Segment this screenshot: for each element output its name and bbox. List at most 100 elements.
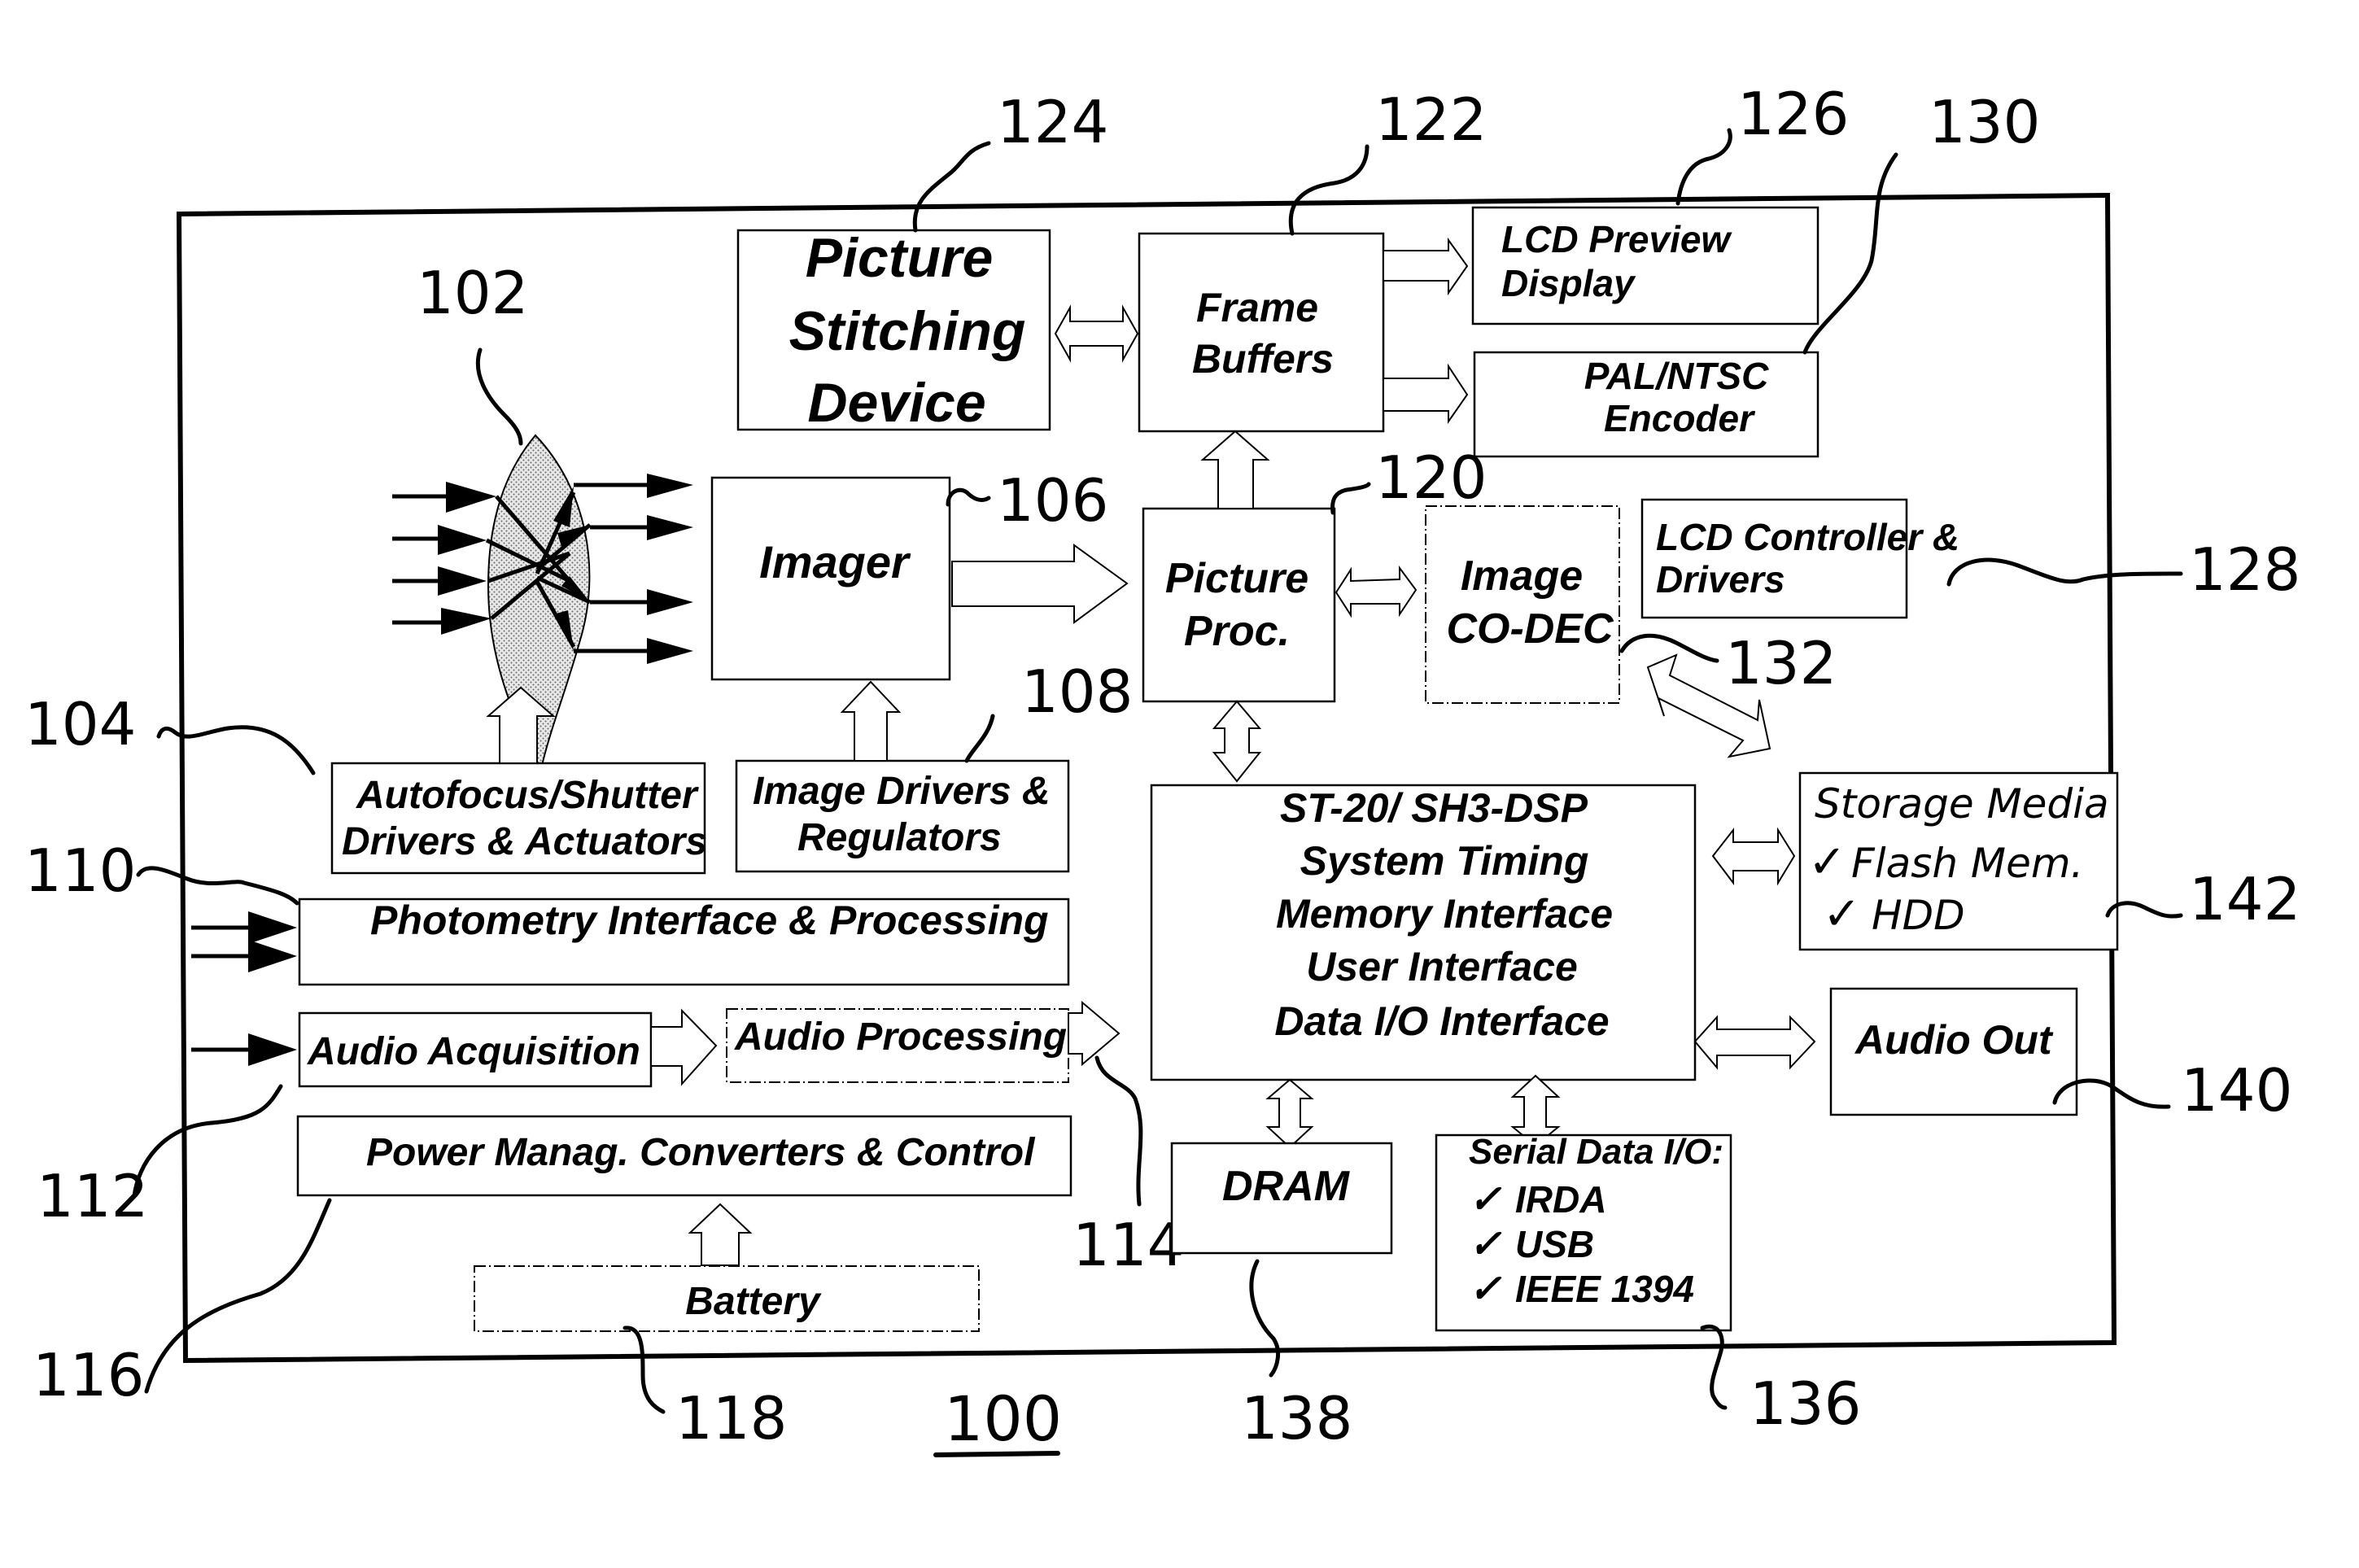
dsp-line-4: User Interface (1306, 944, 1578, 989)
dsp-line-3: Memory Interface (1276, 891, 1613, 937)
arrow-stitching-framebuffers (1054, 304, 1139, 363)
arrow-imager-pictureproc (951, 544, 1129, 624)
ref-130: 130 (1929, 88, 2040, 156)
photometry-input-arrows (191, 911, 297, 972)
ref-128: 128 (2189, 535, 2300, 604)
dsp-line-1: ST-20/ SH3-DSP (1280, 785, 1588, 831)
arrow-imagedrivers-imager (840, 680, 902, 762)
battery-label: Battery (685, 1280, 822, 1323)
picture-proc-line-1: Picture (1165, 555, 1308, 602)
audio-input-arrow (191, 1033, 297, 1066)
serial-irda-label: IRDA (1515, 1178, 1606, 1221)
picture-proc-line-2: Proc. (1184, 608, 1290, 655)
storage-hdd-label: HDD (1872, 892, 1965, 939)
lcd-preview-line-2: Display (1501, 262, 1636, 304)
lcd-controller-block[interactable]: LCD Controller & Drivers (1640, 498, 1959, 619)
pal-ntsc-block[interactable]: PAL/NTSC Encoder (1473, 351, 1819, 458)
figure-ref-underline (933, 1451, 1060, 1457)
figure-ref-100: 100 (944, 1382, 1062, 1455)
photometry-label: Photometry Interface & Processing (370, 898, 1049, 943)
arrow-dsp-dram (1265, 1078, 1314, 1149)
lcd-controller-line-1: LCD Controller & (1656, 516, 1959, 558)
dsp-line-2: System Timing (1300, 838, 1589, 884)
ref-124: 124 (997, 88, 1108, 156)
leader-108 (964, 714, 995, 763)
audio-out-label: Audio Out (1854, 1017, 2054, 1063)
ref-132: 132 (1725, 629, 1837, 697)
audio-out-block[interactable]: Audio Out (1829, 987, 2078, 1116)
ref-104: 104 (24, 690, 136, 758)
outgoing-light-rays (574, 474, 693, 664)
storage-check-icon-2: ✓ (1823, 888, 1861, 941)
leader-128 (1946, 557, 2183, 587)
pal-ntsc-line-2: Encoder (1604, 397, 1755, 439)
ref-142: 142 (2189, 865, 2300, 933)
audio-acquisition-block[interactable]: Audio Acquisition (298, 1011, 653, 1088)
ref-140: 140 (2181, 1056, 2292, 1125)
ref-116: 116 (33, 1341, 144, 1409)
arrow-pictureproc-dsp (1212, 700, 1262, 783)
arrow-audioacq-audioproc (650, 1008, 718, 1086)
storage-flash-label: Flash Mem. (1851, 840, 2083, 887)
picture-stitching-block[interactable]: Picture Stitching Device (736, 227, 1051, 434)
power-management-block[interactable]: Power Manag. Converters & Control (296, 1115, 1072, 1197)
arrow-audioproc-out (1068, 1000, 1121, 1067)
lcd-preview-line-1: LCD Preview (1501, 218, 1732, 260)
serial-check-icon-3: ✓ (1469, 1268, 1502, 1311)
frame-buffers-line-1: Frame (1196, 285, 1318, 330)
image-drivers-block[interactable]: Image Drivers & Regulators (735, 759, 1070, 873)
arrow-framebuffers-pal (1383, 363, 1469, 425)
arrow-framebuffers-lcd (1383, 237, 1469, 296)
audio-processing-block[interactable]: Audio Processing (726, 1008, 1069, 1083)
imager-label: Imager (759, 536, 911, 587)
ref-118: 118 (675, 1384, 787, 1452)
leader-142 (2105, 901, 2183, 919)
frame-buffers-block[interactable]: Frame Buffers (1138, 232, 1385, 433)
storage-media-title: Storage Media (1815, 780, 2109, 828)
serial-io-block[interactable]: Serial Data I/O: ✓ IRDA ✓ USB ✓ IEEE 139… (1435, 1132, 1732, 1332)
photometry-block[interactable]: Photometry Interface & Processing (298, 898, 1070, 986)
image-codec-line-1: Image (1461, 553, 1583, 600)
ref-138: 138 (1241, 1384, 1352, 1452)
picture-proc-block[interactable]: Picture Proc. (1142, 507, 1336, 703)
ref-112: 112 (37, 1162, 148, 1230)
serial-ieee-label: IEEE 1394 (1515, 1268, 1694, 1310)
ref-106: 106 (997, 466, 1108, 535)
leader-112 (132, 1084, 283, 1199)
ref-108: 108 (1021, 657, 1133, 726)
serial-usb-label: USB (1515, 1223, 1594, 1265)
arrow-pictureproc-framebuffers (1200, 430, 1270, 509)
arrow-dsp-audioout (1693, 1015, 1816, 1070)
serial-io-title: Serial Data I/O: (1469, 1132, 1723, 1172)
leader-118 (623, 1326, 666, 1414)
imager-block[interactable]: Imager (710, 476, 951, 681)
ref-120: 120 (1375, 443, 1487, 512)
dsp-block[interactable]: ST-20/ SH3-DSP System Timing Memory Inte… (1150, 784, 1697, 1081)
ref-102: 102 (417, 259, 528, 327)
lcd-preview-block[interactable]: LCD Preview Display (1471, 206, 1819, 325)
dram-label: DRAM (1222, 1163, 1351, 1210)
autofocus-line-2: Drivers & Actuators (342, 820, 707, 863)
leader-116 (144, 1198, 332, 1394)
leader-114 (1094, 1055, 1143, 1207)
leader-138 (1249, 1259, 1281, 1378)
pal-ntsc-line-1: PAL/NTSC (1584, 355, 1769, 397)
leader-106 (946, 487, 991, 507)
battery-block[interactable]: Battery (474, 1265, 980, 1332)
ref-110: 110 (24, 836, 136, 905)
arrow-battery-power (688, 1203, 753, 1266)
storage-media-block[interactable]: Storage Media ✓ Flash Mem. ✓ HDD (1798, 771, 2119, 951)
image-codec-line-2: CO-DEC (1446, 605, 1614, 653)
image-codec-block[interactable]: Image CO-DEC (1425, 505, 1620, 704)
picture-stitching-line-3: Device (807, 372, 985, 434)
arrow-dsp-storage (1711, 827, 1796, 886)
dram-block[interactable]: DRAM (1170, 1142, 1393, 1255)
lcd-controller-line-2: Drivers (1656, 558, 1785, 601)
storage-check-icon-1: ✓ (1808, 836, 1846, 889)
picture-stitching-line-2: Stitching (789, 300, 1026, 362)
frame-buffers-line-2: Buffers (1192, 336, 1334, 382)
arrow-pictureproc-codec (1335, 565, 1418, 618)
picture-stitching-line-1: Picture (806, 227, 994, 289)
power-management-label: Power Manag. Converters & Control (366, 1131, 1036, 1174)
autofocus-block[interactable]: Autofocus/Shutter Drivers & Actuators (330, 762, 707, 875)
